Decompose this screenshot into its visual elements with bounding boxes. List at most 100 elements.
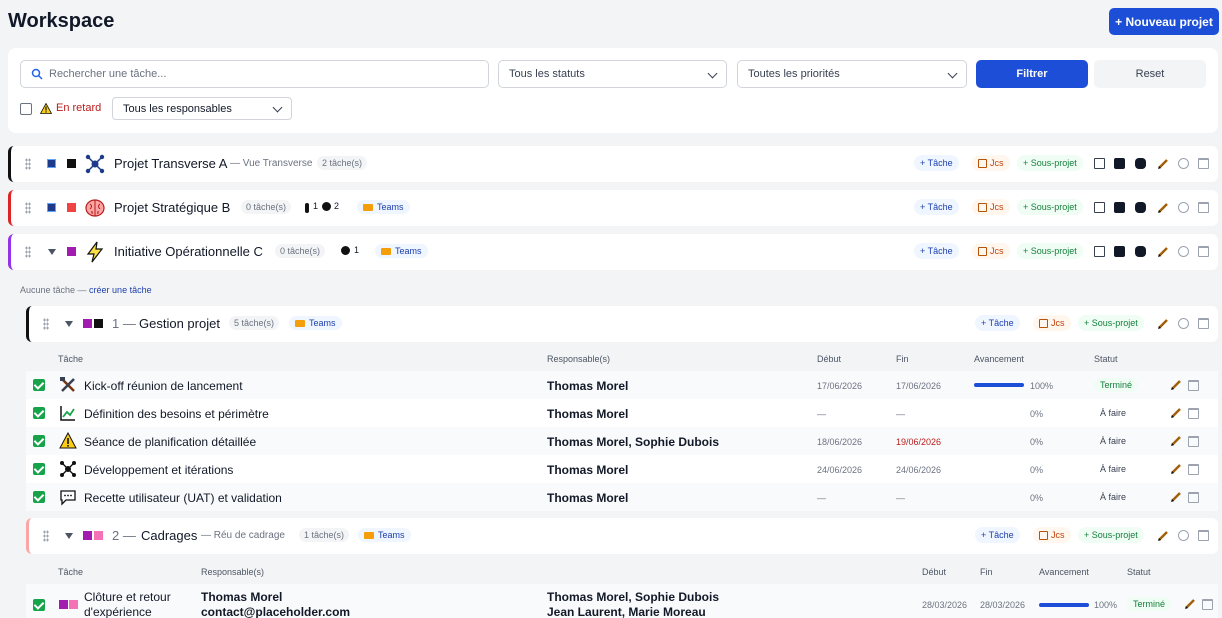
jcs-button[interactable]: Jcs	[972, 199, 1010, 215]
drag-handle-icon[interactable]	[25, 246, 31, 258]
edit-icon[interactable]	[1184, 598, 1196, 610]
select-project-icon[interactable]	[47, 159, 56, 168]
table-row[interactable]: Clôture et retour d'expérience Thomas Mo…	[26, 584, 1218, 618]
teams-badge[interactable]: Teams	[375, 244, 428, 258]
task-checkbox[interactable]	[33, 491, 45, 503]
edit-icon[interactable]	[1157, 530, 1169, 542]
drag-handle-icon[interactable]	[43, 530, 49, 542]
drag-handle-icon[interactable]	[43, 318, 49, 330]
project-card[interactable]: Initiative Opérationnelle C 0 tâche(s) 1…	[8, 234, 1218, 270]
add-subproject-button[interactable]: + Sous-projet	[1017, 155, 1083, 171]
edit-icon[interactable]	[1170, 491, 1182, 503]
mask-icon[interactable]	[1135, 158, 1146, 169]
project-name[interactable]: Projet Transverse A	[114, 156, 227, 171]
task-checkbox[interactable]	[33, 435, 45, 447]
trash-icon[interactable]	[1188, 436, 1199, 447]
table-row[interactable]: Définition des besoins et périmètre Thom…	[26, 399, 1218, 427]
jcs-button[interactable]: Jcs	[1033, 315, 1071, 331]
drag-handle-icon[interactable]	[25, 202, 31, 214]
project-name[interactable]: Projet Stratégique B	[114, 200, 230, 215]
subproject-name[interactable]: Cadrages	[141, 528, 197, 543]
create-task-link[interactable]: créer une tâche	[89, 285, 152, 295]
archive-icon[interactable]	[1178, 246, 1189, 257]
trash-icon[interactable]	[1198, 318, 1209, 329]
archive-icon[interactable]	[1178, 202, 1189, 213]
responsables-select[interactable]: Tous les responsables	[112, 97, 292, 120]
table-row[interactable]: Recette utilisateur (UAT) et validation …	[26, 483, 1218, 511]
table-row[interactable]: Kick-off réunion de lancement Thomas Mor…	[26, 371, 1218, 399]
notes-icon[interactable]	[1094, 246, 1105, 257]
add-subproject-button[interactable]: + Sous-projet	[1017, 199, 1083, 215]
team-icon[interactable]	[1114, 246, 1125, 257]
jcs-button[interactable]: Jcs	[1033, 527, 1071, 543]
late-filter[interactable]: En retard	[40, 102, 101, 114]
edit-icon[interactable]	[1170, 407, 1182, 419]
new-project-button[interactable]: + Nouveau projet	[1109, 8, 1219, 35]
notes-icon[interactable]	[1094, 158, 1105, 169]
priority-select[interactable]: Toutes les priorités	[737, 60, 967, 88]
drag-handle-icon[interactable]	[25, 158, 31, 170]
trash-icon[interactable]	[1198, 246, 1209, 257]
trash-icon[interactable]	[1198, 530, 1209, 541]
edit-icon[interactable]	[1170, 379, 1182, 391]
teams-badge[interactable]: Teams	[289, 316, 342, 330]
task-name[interactable]: Clôture et retour	[84, 590, 171, 604]
trash-icon[interactable]	[1198, 158, 1209, 169]
status-select[interactable]: Tous les statuts	[498, 60, 727, 88]
table-row[interactable]: Séance de planification détaillée Thomas…	[26, 427, 1218, 455]
trash-icon[interactable]	[1202, 599, 1213, 610]
trash-icon[interactable]	[1188, 464, 1199, 475]
team-icon[interactable]	[1114, 202, 1125, 213]
add-subproject-button[interactable]: + Sous-projet	[1078, 527, 1144, 543]
trash-icon[interactable]	[1188, 380, 1199, 391]
jcs-button[interactable]: Jcs	[972, 155, 1010, 171]
subproject-name[interactable]: Gestion projet	[139, 316, 220, 331]
task-name[interactable]: Kick-off réunion de lancement	[84, 379, 243, 393]
task-checkbox[interactable]	[33, 599, 45, 611]
task-checkbox[interactable]	[33, 407, 45, 419]
trash-icon[interactable]	[1188, 492, 1199, 503]
search-input[interactable]: Rechercher une tâche...	[20, 60, 489, 88]
add-task-button[interactable]: + Tâche	[914, 155, 959, 171]
task-name[interactable]: Séance de planification détaillée	[84, 435, 256, 449]
filter-button[interactable]: Filtrer	[976, 60, 1088, 88]
edit-icon[interactable]	[1170, 435, 1182, 447]
task-name[interactable]: Développement et itérations	[84, 463, 233, 477]
mask-icon[interactable]	[1135, 246, 1146, 257]
reset-button[interactable]: Reset	[1094, 60, 1206, 88]
archive-icon[interactable]	[1178, 530, 1189, 541]
collapse-icon[interactable]	[65, 321, 73, 327]
notes-icon[interactable]	[1094, 202, 1105, 213]
archive-icon[interactable]	[1178, 318, 1189, 329]
collapse-icon[interactable]	[48, 249, 56, 255]
add-subproject-button[interactable]: + Sous-projet	[1017, 243, 1083, 259]
add-task-button[interactable]: + Tâche	[914, 243, 959, 259]
jcs-button[interactable]: Jcs	[972, 243, 1010, 259]
trash-icon[interactable]	[1198, 202, 1209, 213]
edit-icon[interactable]	[1157, 246, 1169, 258]
task-name[interactable]: Définition des besoins et périmètre	[84, 407, 269, 421]
trash-icon[interactable]	[1188, 408, 1199, 419]
mask-icon[interactable]	[1135, 202, 1146, 213]
project-card[interactable]: Projet Transverse A — Vue Transverse 2 t…	[8, 146, 1218, 182]
select-project-icon[interactable]	[47, 203, 56, 212]
task-checkbox[interactable]	[33, 379, 45, 391]
late-checkbox[interactable]	[20, 103, 32, 115]
edit-icon[interactable]	[1170, 463, 1182, 475]
add-task-button[interactable]: + Tâche	[914, 199, 959, 215]
task-name[interactable]: Recette utilisateur (UAT) et validation	[84, 491, 282, 505]
project-name[interactable]: Initiative Opérationnelle C	[114, 244, 263, 259]
task-checkbox[interactable]	[33, 463, 45, 475]
add-task-button[interactable]: + Tâche	[975, 315, 1020, 331]
subproject-card[interactable]: 1 — Gestion projet 5 tâche(s) Teams + Tâ…	[26, 306, 1218, 342]
edit-icon[interactable]	[1157, 202, 1169, 214]
add-subproject-button[interactable]: + Sous-projet	[1078, 315, 1144, 331]
teams-badge[interactable]: Teams	[357, 200, 410, 214]
edit-icon[interactable]	[1157, 318, 1169, 330]
add-task-button[interactable]: + Tâche	[975, 527, 1020, 543]
teams-badge[interactable]: Teams	[358, 528, 411, 542]
project-card[interactable]: Projet Stratégique B 0 tâche(s) 1 2 Team…	[8, 190, 1218, 226]
collapse-icon[interactable]	[65, 533, 73, 539]
archive-icon[interactable]	[1178, 158, 1189, 169]
table-row[interactable]: Développement et itérations Thomas Morel…	[26, 455, 1218, 483]
